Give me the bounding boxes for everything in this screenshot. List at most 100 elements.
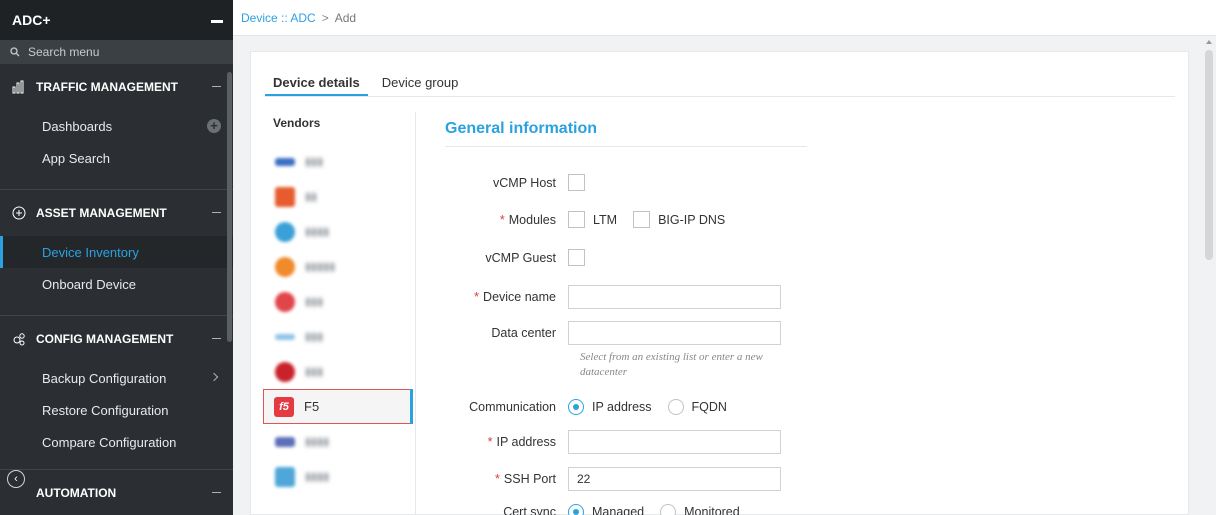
collapse-section-icon[interactable]	[212, 86, 221, 87]
vendor-name: F5	[304, 399, 320, 414]
ip-address-label: * IP address	[445, 435, 568, 449]
ip-address-radio-label: IP address	[592, 400, 652, 414]
cert-monitored-label: Monitored	[684, 505, 740, 515]
vendor-item-f5[interactable]: f5 F5	[263, 389, 413, 424]
collapse-section-icon[interactable]	[212, 338, 221, 339]
vendor-name-blurred: ▮▮▮▮	[305, 471, 330, 483]
vendor-name-blurred: ▮▮▮	[305, 156, 324, 168]
section-automation[interactable]: AUTOMATION	[0, 470, 233, 515]
cert-sync-label: Cert sync	[503, 505, 556, 515]
search-menu-input[interactable]: Search menu	[0, 40, 233, 64]
collapse-sidebar-button[interactable]	[211, 19, 223, 23]
fqdn-radio[interactable]	[667, 399, 684, 415]
data-center-label: Data center	[491, 326, 556, 340]
scroll-up-arrow-icon[interactable]	[1206, 40, 1212, 44]
vcmp-host-checkbox[interactable]	[568, 174, 585, 191]
required-asterisk: *	[495, 472, 500, 486]
main-scrollbar[interactable]	[1205, 50, 1213, 260]
sidebar-item-device-inventory[interactable]: Device Inventory	[0, 236, 233, 268]
required-asterisk: *	[487, 435, 493, 449]
cert-managed-radio[interactable]	[568, 504, 584, 515]
vendor-logo-icon	[275, 186, 295, 207]
vendor-name-blurred: ▮▮▮	[305, 331, 324, 343]
sidebar-item-label: Onboard Device	[42, 276, 136, 292]
data-center-hint: Select from an existing list or enter a …	[580, 351, 763, 378]
sidebar-item-label: App Search	[42, 150, 110, 166]
data-center-input[interactable]	[568, 321, 781, 345]
section-config-management[interactable]: CONFIG MANAGEMENT	[0, 316, 233, 362]
ssh-port-label: * SSH Port	[445, 472, 568, 486]
collapse-section-icon[interactable]	[212, 212, 221, 213]
sidebar-item-label: Device Inventory	[42, 244, 139, 260]
sidebar-item-app-search[interactable]: App Search	[0, 142, 233, 174]
row-ssh-port: * SSH Port 22	[445, 467, 781, 491]
section-title: CONFIG MANAGEMENT	[36, 332, 174, 346]
bigip-dns-label: BIG-IP DNS	[658, 212, 726, 227]
plus-circle-icon	[12, 206, 26, 220]
sidebar-item-onboard-device[interactable]: Onboard Device	[0, 268, 233, 300]
tab-device-details[interactable]: Device details	[265, 66, 368, 96]
collapse-section-icon[interactable]	[212, 492, 221, 493]
section-asset-management[interactable]: ASSET MANAGEMENT	[0, 190, 233, 236]
vendor-name-blurred: ▮▮▮	[305, 366, 324, 378]
f5-logo-icon: f5	[274, 396, 294, 417]
vendor-item[interactable]: ▮▮	[265, 179, 415, 214]
vendor-item[interactable]: ▮▮▮▮	[265, 459, 415, 494]
cert-monitored-radio[interactable]	[660, 504, 677, 515]
search-menu-placeholder: Search menu	[28, 45, 100, 59]
ip-address-input[interactable]	[568, 430, 781, 454]
sidebar: ADC+ Search menu TRAFFIC MANAGEMENT Dash…	[0, 0, 233, 515]
vendor-name-blurred: ▮▮▮▮▮	[305, 261, 336, 273]
ssh-port-input[interactable]: 22	[568, 467, 781, 491]
ssh-port-label-text: SSH Port	[503, 472, 556, 486]
vendor-logo-icon	[275, 361, 295, 382]
vendor-item[interactable]: ▮▮▮	[265, 354, 415, 389]
tab-device-group[interactable]: Device group	[374, 66, 467, 96]
sidebar-header: ADC+	[0, 0, 233, 40]
vendor-name-blurred: ▮▮▮	[305, 296, 324, 308]
sidebar-item-restore-configuration[interactable]: Restore Configuration	[0, 394, 233, 426]
sidebar-item-backup-configuration[interactable]: Backup Configuration	[0, 362, 233, 394]
section-title-general-information: General information	[445, 112, 807, 147]
device-name-input[interactable]	[568, 285, 781, 309]
bigip-dns-checkbox[interactable]	[633, 211, 651, 228]
automation-icon	[12, 486, 26, 500]
vendor-logo-icon	[275, 221, 295, 242]
vcmp-host-label: vCMP Host	[493, 175, 556, 190]
breadcrumb-link-device-adc[interactable]: Device :: ADC	[241, 11, 316, 25]
vendors-list: Vendors ▮▮▮ ▮▮ ▮▮▮▮ ▮▮▮▮▮ ▮▮▮ ▮▮▮ ▮▮▮ f5…	[263, 112, 416, 515]
section-title: AUTOMATION	[36, 486, 117, 500]
ltm-label: LTM	[593, 212, 618, 227]
fqdn-radio-label: FQDN	[691, 400, 727, 414]
row-vcmp-host: vCMP Host	[445, 174, 585, 191]
ltm-checkbox[interactable]	[568, 211, 585, 228]
ip-address-radio[interactable]	[568, 399, 584, 415]
selected-indicator	[410, 389, 413, 424]
sidebar-item-compare-configuration[interactable]: Compare Configuration	[0, 426, 233, 458]
vendor-item[interactable]: ▮▮▮	[265, 284, 415, 319]
row-cert-sync: Cert sync Managed Monitored	[445, 504, 756, 515]
vendor-item[interactable]: ▮▮▮▮	[265, 214, 415, 249]
vendor-item[interactable]: ▮▮▮▮	[265, 424, 415, 459]
vendors-title: Vendors	[273, 116, 321, 130]
sidebar-scrollbar[interactable]	[227, 72, 232, 342]
section-traffic-management[interactable]: TRAFFIC MANAGEMENT	[0, 64, 233, 110]
row-ip-address: * IP address	[445, 430, 781, 454]
device-add-card: Device details Device group Vendors ▮▮▮ …	[250, 51, 1189, 515]
chevron-left-icon[interactable]: ‹	[7, 470, 25, 488]
vendor-item[interactable]: ▮▮▮	[265, 144, 415, 179]
vendor-item[interactable]: ▮▮▮▮▮	[265, 249, 415, 284]
vendor-name-blurred: ▮▮▮▮	[305, 436, 330, 448]
row-modules: * Modules LTM BIG-IP DNS	[445, 211, 741, 228]
add-dashboard-icon[interactable]: +	[207, 119, 221, 133]
vendor-item[interactable]: ▮▮▮	[265, 319, 415, 354]
vcmp-guest-checkbox[interactable]	[568, 249, 585, 266]
sidebar-item-label: Backup Configuration	[42, 370, 167, 386]
search-icon	[10, 47, 20, 57]
vendor-logo-icon	[275, 291, 295, 312]
general-info-form: General information vCMP Host * Modules L…	[445, 112, 1165, 515]
sidebar-item-label: Dashboards	[42, 118, 113, 134]
sidebar-item-dashboards[interactable]: Dashboards +	[0, 110, 233, 142]
breadcrumb-separator: >	[321, 10, 329, 25]
bar-chart-icon	[12, 80, 26, 94]
